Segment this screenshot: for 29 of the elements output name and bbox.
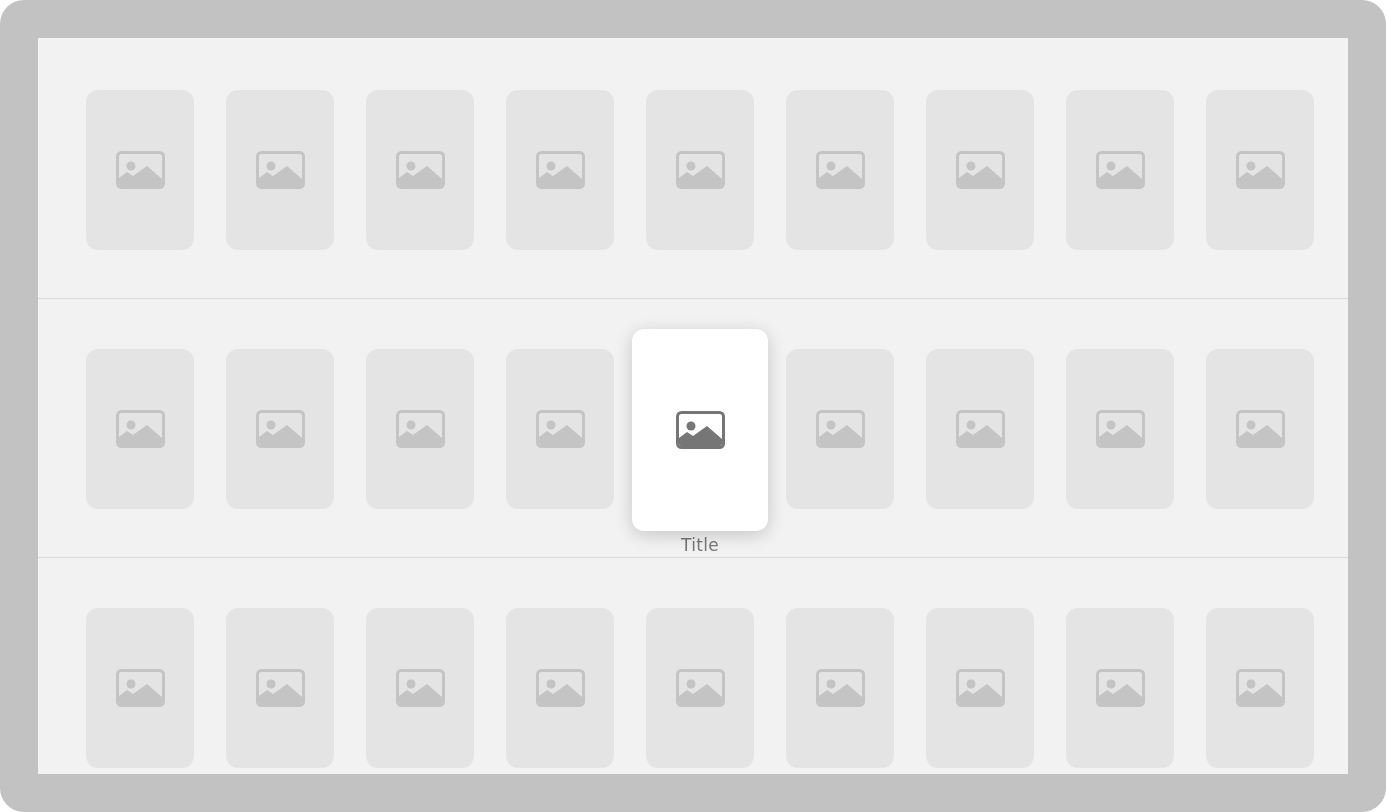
image-icon <box>115 410 165 448</box>
image-icon <box>535 151 585 189</box>
image-icon <box>1235 669 1285 707</box>
image-icon <box>1095 669 1145 707</box>
card-title: Title <box>681 534 719 556</box>
image-icon <box>955 410 1005 448</box>
image-icon <box>395 669 445 707</box>
image-icon <box>535 410 585 448</box>
image-icon <box>395 410 445 448</box>
image-icon <box>255 151 305 189</box>
image-icon <box>815 669 865 707</box>
image-icon <box>1235 410 1285 448</box>
image-icon <box>115 669 165 707</box>
image-icon <box>1235 151 1285 189</box>
poster-card[interactable] <box>632 329 768 531</box>
image-icon <box>815 151 865 189</box>
image-icon <box>395 151 445 189</box>
image-icon <box>255 410 305 448</box>
image-icon <box>675 669 725 707</box>
image-icon <box>955 151 1005 189</box>
image-icon <box>675 411 725 449</box>
image-icon <box>815 410 865 448</box>
image-icon <box>955 669 1005 707</box>
image-icon <box>535 669 585 707</box>
image-icon <box>1095 151 1145 189</box>
image-icon <box>115 151 165 189</box>
image-icon <box>255 669 305 707</box>
image-icon <box>1095 410 1145 448</box>
image-icon <box>675 151 725 189</box>
